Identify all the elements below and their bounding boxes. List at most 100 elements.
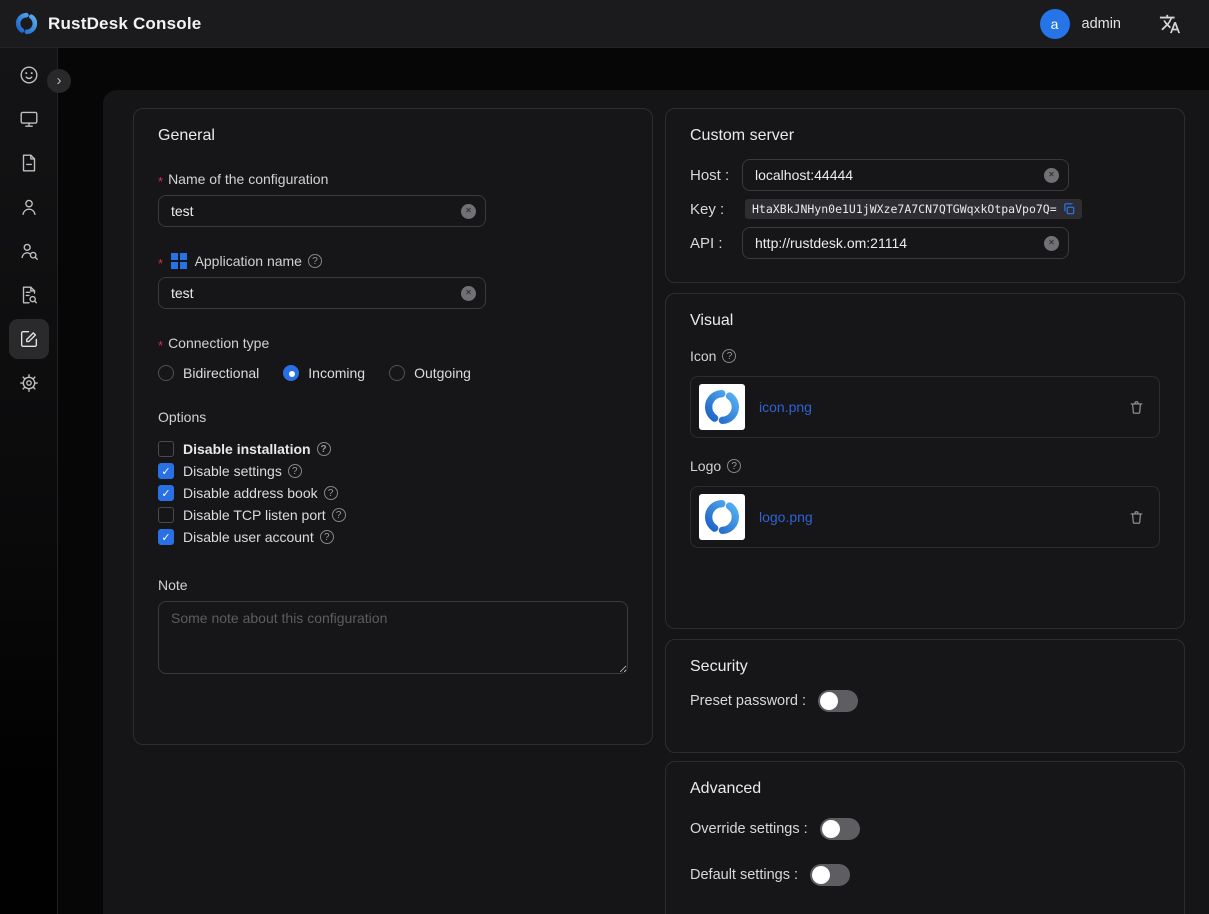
checkbox-disable-user-account[interactable]: ✓ Disable user account?	[158, 529, 628, 545]
user-icon	[18, 196, 40, 218]
username[interactable]: admin	[1082, 16, 1122, 32]
icon-file-row: icon.png	[690, 376, 1160, 438]
help-icon[interactable]: ?	[324, 486, 338, 500]
checkbox-disable-tcp-listen-port[interactable]: ✓ Disable TCP listen port?	[158, 507, 628, 523]
avatar[interactable]: a	[1040, 9, 1070, 39]
clear-icon[interactable]: ✕	[461, 204, 476, 219]
sidebar-item-dashboard[interactable]	[9, 55, 49, 95]
config-name-label: Name of the configuration	[158, 171, 628, 187]
visual-title: Visual	[690, 312, 1160, 330]
preset-password-toggle[interactable]	[818, 690, 858, 712]
preset-password-label: Preset password :	[690, 693, 806, 709]
options-list: ✓ Disable installation? ✓ Disable settin…	[158, 441, 628, 551]
windows-logo-icon	[171, 253, 187, 269]
sidebar-item-groups[interactable]	[9, 231, 49, 271]
custom-server-card: Custom server Host : ✕ Key : HtaXBkJNHyn…	[665, 108, 1185, 283]
note-textarea[interactable]	[158, 601, 628, 674]
checkbox-icon: ✓	[158, 463, 174, 479]
rustdesk-logo-icon	[702, 497, 742, 537]
sidebar-item-devices[interactable]	[9, 99, 49, 139]
radio-outgoing[interactable]: Outgoing	[389, 365, 471, 381]
sidebar	[0, 48, 58, 914]
icon-thumbnail	[699, 384, 745, 430]
host-label: Host :	[690, 167, 742, 184]
chevron-right-icon: ›	[57, 73, 62, 88]
radio-icon	[158, 365, 174, 381]
sidebar-item-sessions[interactable]	[9, 143, 49, 183]
copy-icon[interactable]	[1062, 202, 1076, 216]
override-settings-label: Override settings :	[690, 821, 808, 837]
radio-icon	[283, 365, 299, 381]
user-group-icon	[18, 240, 40, 262]
main-content: General Name of the configuration ✕ Appl…	[103, 90, 1209, 914]
help-icon[interactable]: ?	[320, 530, 334, 544]
edit-icon	[18, 328, 40, 350]
help-icon[interactable]: ?	[308, 254, 322, 268]
smiley-icon	[18, 64, 40, 86]
help-icon[interactable]: ?	[722, 349, 736, 363]
config-name-input[interactable]	[159, 203, 485, 219]
translate-icon[interactable]	[1159, 13, 1181, 35]
checkbox-disable-installation[interactable]: ✓ Disable installation?	[158, 441, 628, 457]
host-field: ✕	[742, 159, 1069, 191]
logo-file-link[interactable]: logo.png	[759, 509, 813, 525]
app-name-field: ✕	[158, 277, 486, 309]
security-card: Security Preset password :	[665, 639, 1185, 753]
rustdesk-logo-icon	[14, 11, 39, 36]
api-row: API : ✕	[690, 227, 1160, 259]
host-input[interactable]	[743, 167, 1068, 183]
default-settings-toggle[interactable]	[810, 864, 850, 886]
help-icon[interactable]: ?	[332, 508, 346, 522]
sidebar-expand-button[interactable]: ›	[47, 69, 71, 93]
checkbox-icon: ✓	[158, 441, 174, 457]
app-name-input[interactable]	[159, 285, 485, 301]
radio-icon	[389, 365, 405, 381]
clear-icon[interactable]: ✕	[461, 286, 476, 301]
sidebar-item-users[interactable]	[9, 187, 49, 227]
custom-server-title: Custom server	[690, 127, 1160, 145]
override-settings-row: Override settings :	[690, 818, 1160, 840]
connection-type-group: Bidirectional Incoming Outgoing	[158, 365, 628, 381]
radio-bidirectional[interactable]: Bidirectional	[158, 365, 259, 381]
logo-file-row: logo.png	[690, 486, 1160, 548]
clear-icon[interactable]: ✕	[1044, 236, 1059, 251]
logo-label: Logo ?	[690, 458, 1160, 474]
sidebar-item-settings[interactable]	[9, 363, 49, 403]
general-title: General	[158, 127, 628, 145]
monitor-icon	[18, 108, 40, 130]
document-icon	[18, 152, 40, 174]
icon-file-link[interactable]: icon.png	[759, 399, 812, 415]
default-settings-label: Default settings :	[690, 867, 798, 883]
help-icon[interactable]: ?	[727, 459, 741, 473]
sidebar-item-custom-client[interactable]	[9, 319, 49, 359]
sidebar-item-audit-logs[interactable]	[9, 275, 49, 315]
app-title: RustDesk Console	[48, 14, 201, 34]
toggle-knob	[812, 866, 830, 884]
app-name-label: Application name ?	[158, 253, 628, 269]
toggle-knob	[820, 692, 838, 710]
checkbox-icon: ✓	[158, 507, 174, 523]
api-input[interactable]	[743, 235, 1068, 251]
key-label: Key :	[690, 201, 742, 218]
trash-icon[interactable]	[1128, 509, 1145, 526]
visual-card: Visual Icon ? icon.png Logo ?	[665, 293, 1185, 629]
help-icon[interactable]: ?	[288, 464, 302, 478]
clear-icon[interactable]: ✕	[1044, 168, 1059, 183]
gear-icon	[18, 372, 40, 394]
key-chip: HtaXBkJNHyn0e1U1jWXze7A7CN7QTGWqxkOtpaVp…	[745, 199, 1082, 219]
note-label: Note	[158, 577, 628, 593]
help-icon[interactable]: ?	[317, 442, 331, 456]
checkbox-disable-settings[interactable]: ✓ Disable settings?	[158, 463, 628, 479]
host-row: Host : ✕	[690, 159, 1160, 191]
document-search-icon	[18, 284, 40, 306]
trash-icon[interactable]	[1128, 399, 1145, 416]
advanced-title: Advanced	[690, 780, 1160, 798]
toggle-knob	[822, 820, 840, 838]
api-field: ✕	[742, 227, 1069, 259]
api-label: API :	[690, 235, 742, 252]
override-settings-toggle[interactable]	[820, 818, 860, 840]
radio-incoming[interactable]: Incoming	[283, 365, 365, 381]
connection-type-label: Connection type	[158, 335, 628, 351]
checkbox-disable-address-book[interactable]: ✓ Disable address book?	[158, 485, 628, 501]
advanced-card: Advanced Override settings : Default set…	[665, 761, 1185, 914]
